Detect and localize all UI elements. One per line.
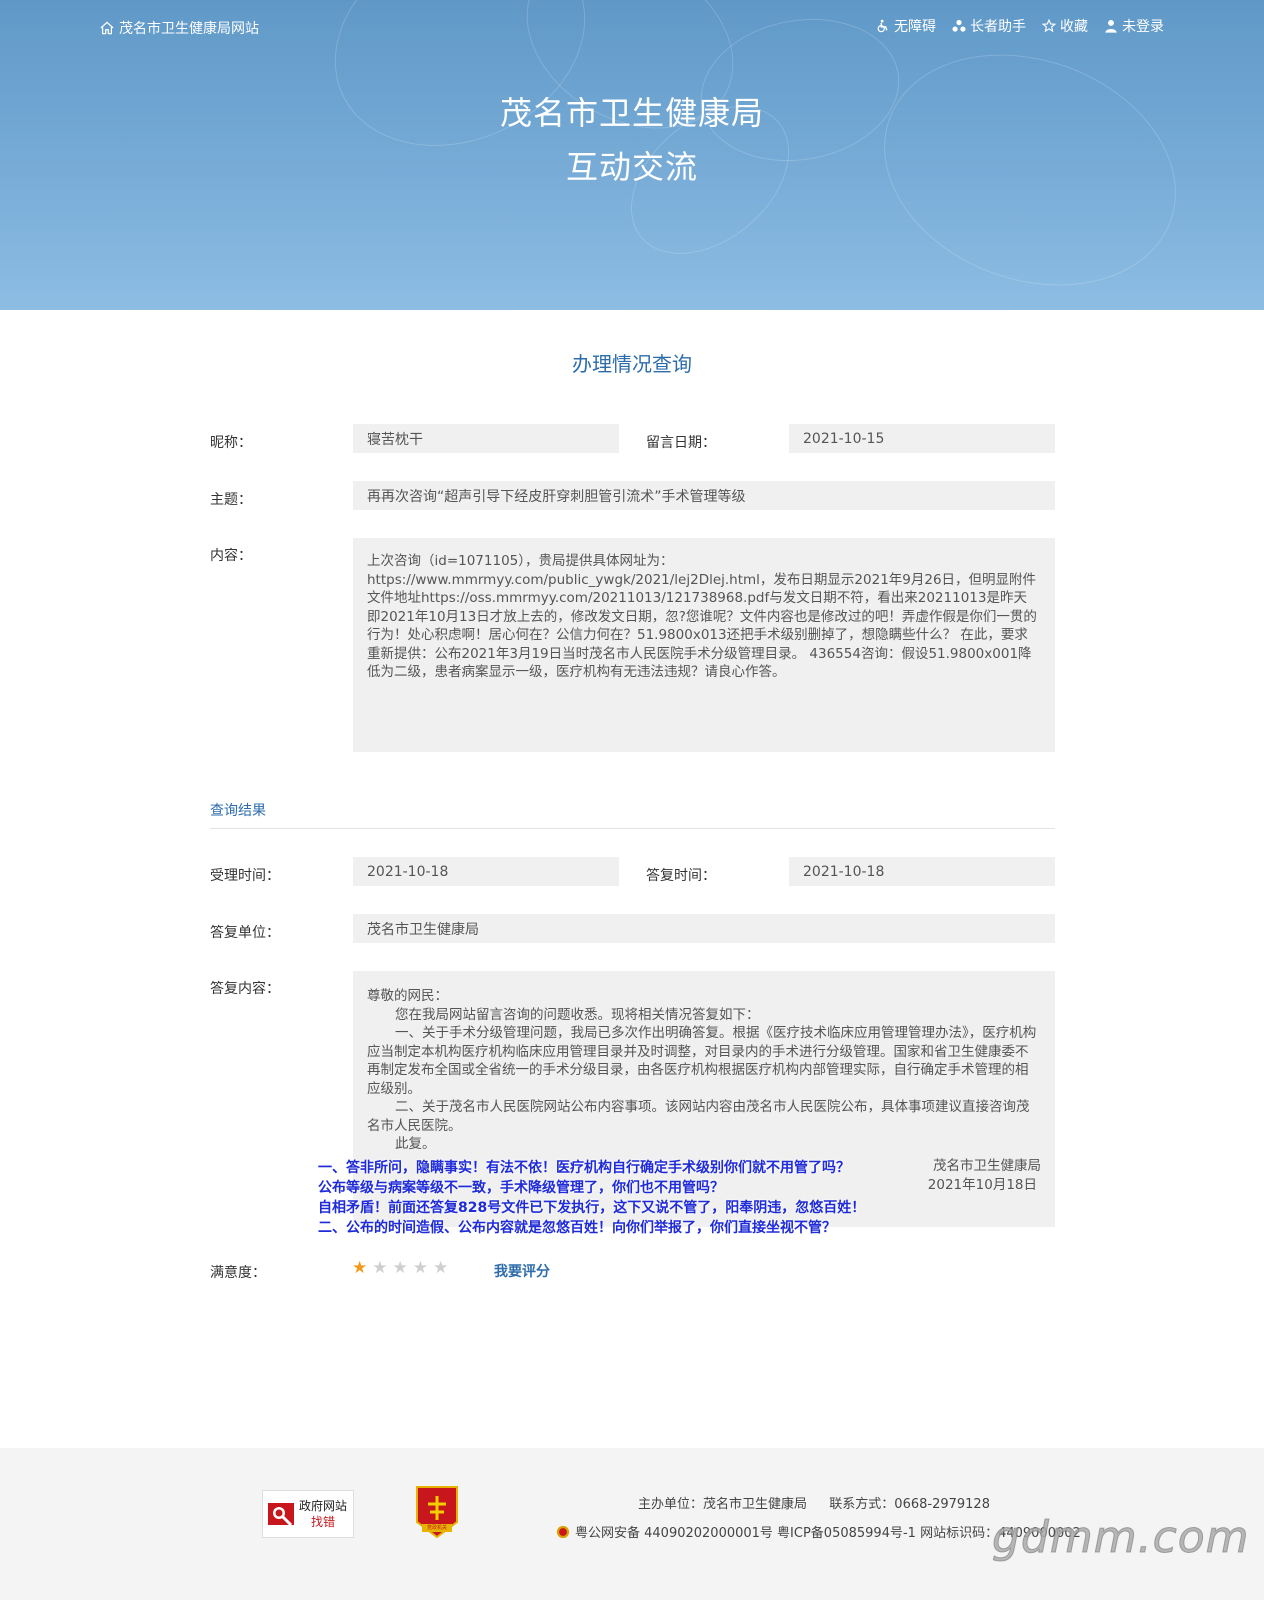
- content-field: 上次咨询（id=1071105），贵局提供具体网址为：https://www.m…: [353, 538, 1055, 752]
- top-links: 无障碍 长者助手 收藏 未登录: [876, 16, 1164, 36]
- subject-label: 主题：: [210, 492, 252, 508]
- footer-host-contact: 主办单位：茂名市卫生健康局 联系方式：0668-2979128: [638, 1493, 990, 1512]
- star-icon[interactable]: ★: [372, 1260, 387, 1277]
- annotation-line: 公布等级与病案等级不一致，手术降级管理了，你们也不用管吗？: [318, 1180, 724, 1196]
- elder-assist-link[interactable]: 长者助手: [952, 16, 1026, 36]
- footer-contact: 联系方式：0668-2979128: [829, 1497, 990, 1512]
- result-heading: 查询结果: [210, 803, 266, 819]
- message-date-label: 留言日期：: [646, 435, 716, 451]
- elder-icon: [952, 19, 966, 32]
- reply-unit-field: 茂名市卫生健康局: [353, 914, 1055, 943]
- police-badge-icon: [556, 1525, 570, 1538]
- accept-time-label: 受理时间：: [210, 868, 280, 884]
- annotation-line: 自相矛盾！前面还答复828号文件已下发执行，这下又说不管了，阳奉阴违，忽悠百姓！: [318, 1200, 866, 1216]
- reply-unit-label: 答复单位：: [210, 925, 280, 941]
- accept-time-field: 2021-10-18: [353, 857, 619, 886]
- star-icon[interactable]: ★: [393, 1260, 408, 1277]
- user-icon: [1105, 19, 1117, 33]
- reply-closing: 此复。: [395, 1136, 436, 1152]
- login-link[interactable]: 未登录: [1104, 16, 1164, 36]
- reply-paragraph: 一、关于手术分级管理问题，我局已多次作出明确答复。根据《医疗技术临床应用管理管理…: [367, 1025, 1037, 1097]
- wheelchair-icon: [877, 19, 888, 33]
- footer-host: 主办单位：茂名市卫生健康局: [638, 1497, 808, 1512]
- star-icon[interactable]: ★: [413, 1260, 428, 1277]
- magnifier-icon: [268, 1503, 294, 1527]
- accessibility-label: 无障碍: [894, 19, 936, 35]
- site-home-label: 茂名市卫生健康局网站: [119, 21, 259, 37]
- home-icon: [100, 21, 114, 35]
- reply-paragraph: 二、关于茂名市人民医院网站公布内容事项。该网站内容由茂名市人民医院公布，具体事项…: [367, 1099, 1030, 1134]
- party-organ-badge[interactable]: 党政机关: [414, 1484, 460, 1540]
- favorite-link[interactable]: 收藏: [1042, 16, 1088, 36]
- star-outline-icon: [1042, 19, 1056, 33]
- user-annotation: 一、答非所问，隐瞒事实！有法不依！医疗机构自行确定手术级别你们就不用管了吗？ 公…: [318, 1158, 865, 1238]
- gov-badge-line1: 政府网站: [299, 1499, 348, 1513]
- banner-title: 茂名市卫生健康局: [499, 94, 764, 132]
- reply-paragraph: 您在我局网站留言咨询的问题收悉。现将相关情况答复如下：: [395, 1006, 760, 1023]
- reply-time-field: 2021-10-18: [789, 857, 1055, 886]
- message-date-field: 2021-10-15: [789, 424, 1055, 453]
- reply-greeting: 尊敬的网民：: [367, 988, 448, 1004]
- gov-site-error-badge[interactable]: 政府网站 找错: [262, 1490, 354, 1538]
- satisfaction-rating: ★ ★ ★ ★ ★: [352, 1260, 448, 1277]
- gov-badge-line2: 找错: [311, 1515, 336, 1529]
- reply-sign-org: 茂名市卫生健康局: [933, 1158, 1041, 1174]
- nickname-field: 寝苦枕干: [353, 424, 619, 453]
- reply-sign-date: 2021年10月18日: [927, 1176, 1037, 1193]
- header-banner: 茂名市卫生健康局网站 无障碍 长者助手 收藏 未登录 茂名市卫生健康局 互动交流: [0, 0, 1264, 310]
- elder-assist-label: 长者助手: [970, 19, 1026, 35]
- reply-signature: 茂名市卫生健康局 2021年10月18日: [928, 1157, 1041, 1194]
- satisfaction-label: 满意度：: [210, 1265, 266, 1281]
- annotation-line: 二、公布的时间造假、公布内容就是忽悠百姓！向你们举报了，你们直接坐视不管？: [318, 1220, 836, 1236]
- favorite-label: 收藏: [1060, 19, 1088, 35]
- nickname-label: 昵称：: [210, 435, 252, 451]
- banner-subtitle: 互动交流: [565, 148, 698, 186]
- page-title: 办理情况查询: [572, 352, 692, 376]
- accessibility-link[interactable]: 无障碍: [876, 16, 936, 36]
- watermark: gdmm.com: [992, 1512, 1250, 1564]
- reply-content-label: 答复内容：: [210, 981, 280, 997]
- reply-time-label: 答复时间：: [646, 868, 716, 884]
- login-label: 未登录: [1122, 19, 1164, 35]
- star-icon[interactable]: ★: [352, 1260, 367, 1277]
- subject-field: 再再次咨询“超声引导下经皮肝穿刺胆管引流术”手术管理等级: [353, 481, 1055, 510]
- content-label: 内容：: [210, 548, 252, 564]
- annotation-line: 一、答非所问，隐瞒事实！有法不依！医疗机构自行确定手术级别你们就不用管了吗？: [318, 1160, 850, 1176]
- star-icon[interactable]: ★: [433, 1260, 448, 1277]
- site-home-link[interactable]: 茂名市卫生健康局网站: [100, 18, 259, 38]
- rate-button[interactable]: 我要评分: [494, 1261, 550, 1281]
- result-divider: [210, 828, 1055, 829]
- party-badge-text: 党政机关: [426, 1525, 447, 1531]
